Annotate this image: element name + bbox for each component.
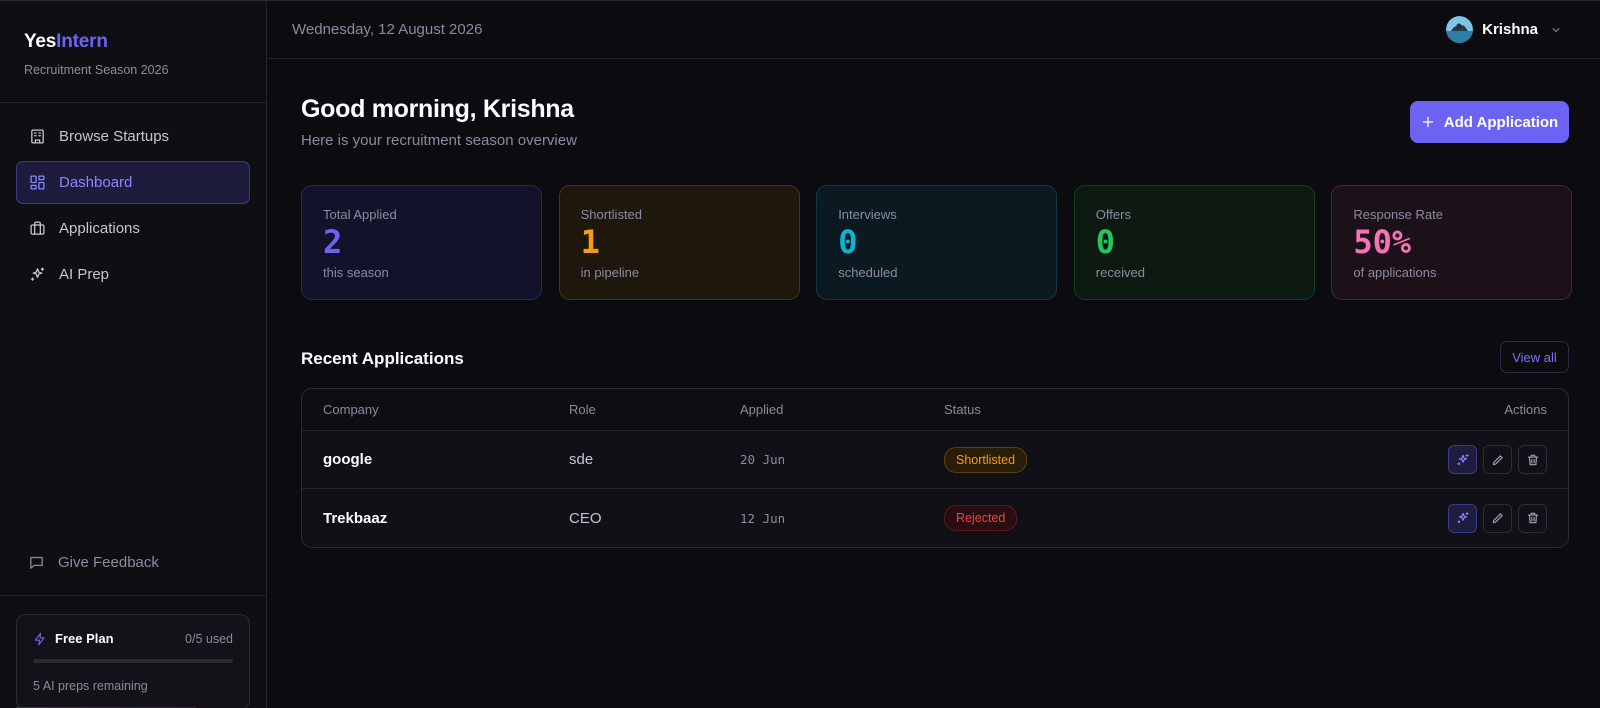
stat-label: Offers: [1095, 207, 1131, 222]
edit-button[interactable]: [1483, 503, 1512, 533]
plan-progress-bar: [33, 659, 233, 663]
pencil-icon: [1492, 454, 1503, 465]
plus-icon: [1422, 116, 1434, 128]
stat-value: 0: [1095, 223, 1116, 261]
stat-value: 2: [323, 223, 343, 261]
company-name: google: [323, 451, 373, 468]
add-application-label: Add Application: [1443, 113, 1559, 131]
chevron-down-icon: [1552, 27, 1560, 32]
column-header-company: Company: [323, 402, 379, 417]
give-feedback-button[interactable]: Give Feedback: [16, 543, 250, 581]
column-header-applied: Applied: [740, 402, 784, 417]
edit-button[interactable]: [1483, 445, 1512, 474]
trash-icon: [1527, 512, 1538, 524]
sidebar: YesIntern Recruitment Season 2026 Browse…: [0, 0, 267, 708]
stat-value: 50%: [1353, 223, 1412, 261]
briefcase-icon: [30, 221, 45, 235]
user-menu[interactable]: Krishna: [1446, 16, 1562, 43]
stat-label: Response Rate: [1353, 207, 1443, 222]
applications-table: Company Role Applied Status Actions goog…: [301, 388, 1569, 548]
stat-card-interviews: Interviews 0 scheduled: [816, 185, 1058, 300]
stat-value: 0: [838, 223, 858, 261]
applied-date: 20 Jun: [740, 452, 786, 467]
add-application-button[interactable]: Add Application: [1410, 101, 1569, 143]
grid-icon: [30, 175, 45, 190]
sidebar-footer: Free Plan 0/5 used 5 AI preps remaining: [0, 595, 266, 708]
table-row[interactable]: Trekbaaz CEO 12 Jun Rejected: [302, 489, 1568, 547]
plan-usage: 0/5 used: [185, 631, 233, 646]
page-title: Good morning, Krishna: [301, 95, 574, 123]
current-date: Wednesday, 12 August 2026: [292, 21, 483, 38]
brand-subtitle: Recruitment Season 2026: [24, 63, 169, 77]
pencil-icon: [1492, 513, 1503, 524]
sidebar-item-dashboard[interactable]: Dashboard: [16, 161, 250, 204]
topbar: Wednesday, 12 August 2026 Krishna: [267, 0, 1600, 59]
stat-card-total-applied: Total Applied 2 this season: [301, 185, 542, 300]
brand-logo[interactable]: YesIntern: [24, 31, 242, 53]
stat-sub: this season: [323, 265, 389, 280]
sparkles-icon: [30, 267, 45, 281]
column-header-status: Status: [944, 402, 981, 417]
sidebar-item-ai-prep[interactable]: AI Prep: [16, 253, 250, 296]
view-all-button[interactable]: View all: [1500, 341, 1569, 373]
sparkles-icon: [1456, 512, 1469, 524]
sidebar-nav: Browse Startups Dashboard Applications A…: [0, 103, 266, 311]
role-name: CEO: [569, 509, 602, 527]
column-header-role: Role: [569, 402, 596, 417]
sidebar-item-label: Applications: [59, 220, 140, 237]
status-badge: Rejected: [944, 505, 1018, 531]
role-name: sde: [569, 451, 594, 468]
user-name: Krishna: [1482, 21, 1538, 38]
stat-label: Interviews: [838, 207, 897, 222]
sparkles-icon: [1456, 453, 1469, 465]
stat-card-response-rate: Response Rate 50% of applications: [1331, 185, 1573, 300]
brand: YesIntern Recruitment Season 2026: [0, 1, 266, 103]
avatar: [1446, 16, 1474, 43]
stat-sub: in pipeline: [580, 265, 640, 280]
stat-label: Total Applied: [323, 207, 397, 222]
give-feedback-label: Give Feedback: [58, 553, 159, 571]
row-actions: [1442, 503, 1547, 533]
sidebar-item-label: AI Prep: [59, 266, 110, 283]
page-subtitle: Here is your recruitment season overview: [301, 132, 577, 149]
plan-title: Free Plan: [33, 631, 114, 646]
stat-label: Shortlisted: [580, 207, 643, 222]
stats-row: Total Applied 2 this season Shortlisted …: [301, 185, 1573, 300]
ai-prep-button[interactable]: [1448, 503, 1477, 533]
table-header: Company Role Applied Status Actions: [302, 389, 1568, 431]
stat-sub: of applications: [1353, 265, 1437, 280]
sidebar-item-label: Browse Startups: [59, 128, 170, 145]
column-header-actions: Actions: [1504, 402, 1547, 417]
sidebar-item-browse-startups[interactable]: Browse Startups: [16, 115, 250, 158]
lightning-icon: [34, 632, 45, 645]
section-title: Recent Applications: [301, 349, 464, 368]
plan-remaining: 5 AI preps remaining: [33, 679, 148, 693]
ai-prep-button[interactable]: [1448, 445, 1477, 474]
stat-card-shortlisted: Shortlisted 1 in pipeline: [558, 185, 800, 300]
stat-sub: received: [1095, 265, 1145, 280]
plan-card[interactable]: Free Plan 0/5 used 5 AI preps remaining: [16, 614, 250, 708]
stat-value: 1: [580, 223, 600, 261]
avatar-image: [1446, 16, 1474, 43]
stat-card-offers: Offers 0 received: [1073, 185, 1315, 300]
brand-name-part1: Yes: [24, 31, 57, 52]
sidebar-item-label: Dashboard: [59, 174, 133, 191]
sidebar-item-applications[interactable]: Applications: [16, 207, 250, 250]
applied-date: 12 Jun: [740, 510, 786, 526]
stat-sub: scheduled: [838, 265, 898, 280]
status-badge: Shortlisted: [944, 446, 1028, 473]
table-row[interactable]: google sde 20 Jun Shortlisted: [302, 431, 1568, 489]
row-actions: [1442, 445, 1547, 474]
building-icon: [31, 129, 44, 144]
delete-button[interactable]: [1518, 445, 1547, 474]
plan-title-label: Free Plan: [55, 631, 114, 646]
delete-button[interactable]: [1518, 503, 1547, 533]
trash-icon: [1527, 454, 1538, 465]
company-name: Trekbaaz: [323, 509, 388, 527]
brand-name-part2: Intern: [56, 31, 108, 52]
message-icon: [30, 556, 43, 569]
